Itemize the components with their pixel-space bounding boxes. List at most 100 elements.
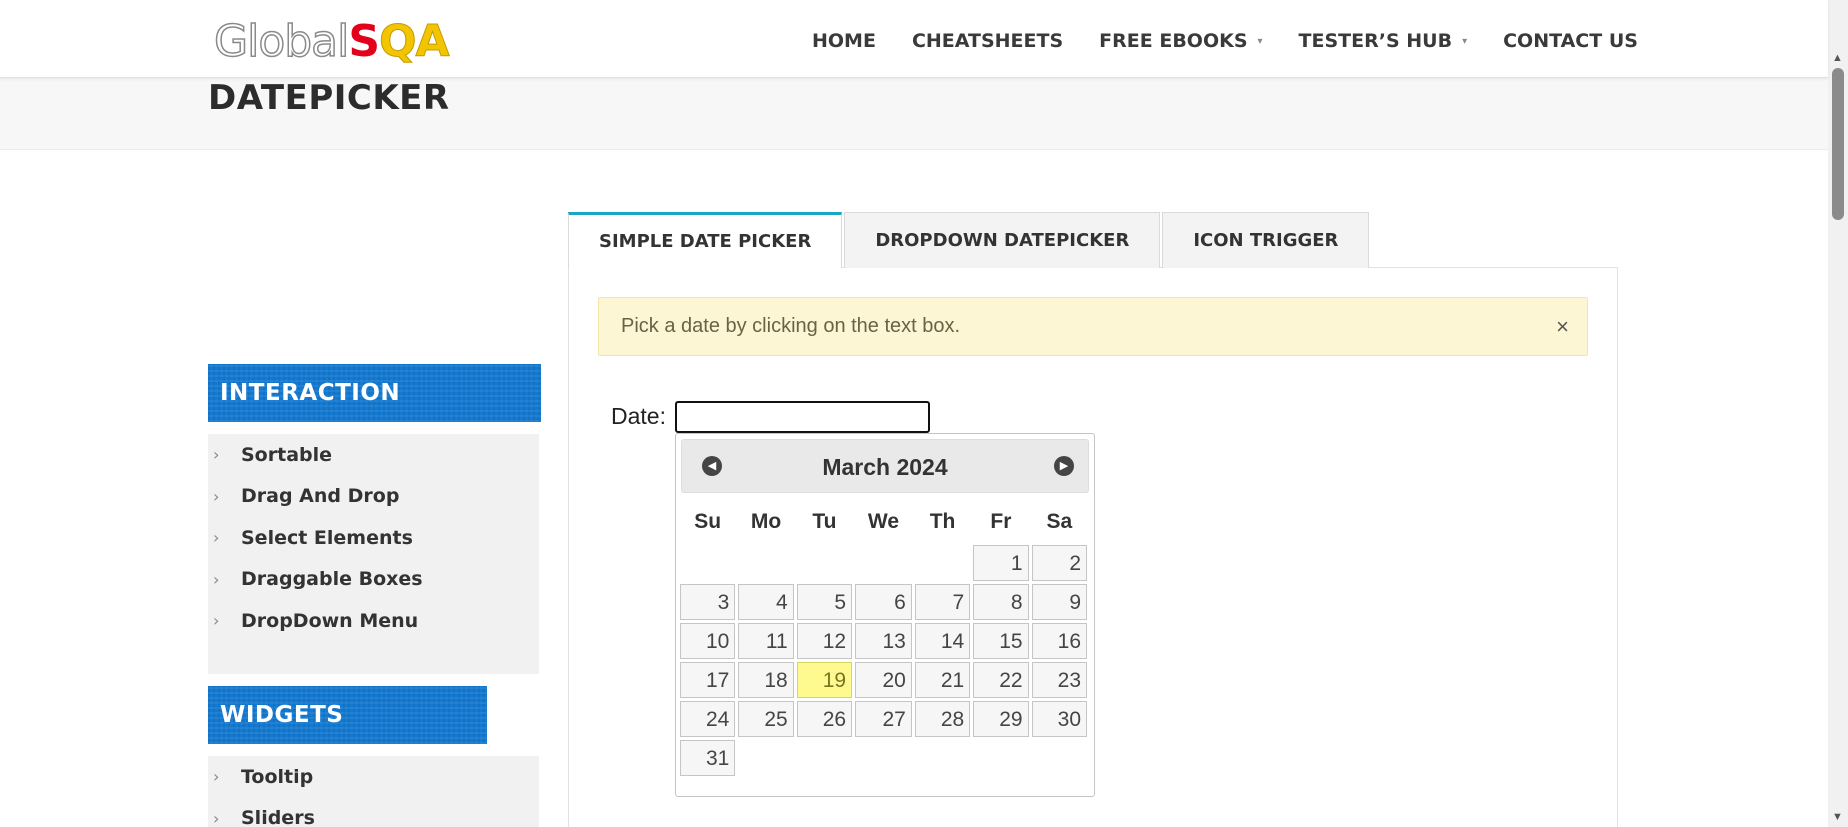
chevron-right-icon: › <box>213 528 220 548</box>
calendar-cell: 17 <box>680 662 736 698</box>
calendar-day[interactable]: 18 <box>738 662 794 698</box>
calendar-day[interactable]: 26 <box>796 701 853 737</box>
calendar-cell: 15 <box>973 623 1029 659</box>
calendar-cell: 19 <box>796 662 853 698</box>
calendar-cell <box>797 545 852 581</box>
alert-text: Pick a date by clicking on the text box. <box>621 315 961 337</box>
sidebar-item-select-elements[interactable]: › Select Elements <box>208 517 539 559</box>
calendar-day[interactable]: 30 <box>1031 701 1087 737</box>
calendar-day[interactable]: 8 <box>973 584 1029 620</box>
nav-home[interactable]: HOME <box>812 30 876 52</box>
calendar-day-today[interactable]: 19 <box>796 662 853 698</box>
sidebar-item-sliders[interactable]: › Sliders <box>208 798 539 827</box>
calendar-cell: 7 <box>914 584 971 620</box>
calendar-cell: 30 <box>1031 701 1087 737</box>
weekday-header: Th <box>929 510 956 533</box>
calendar-cell <box>915 740 970 776</box>
calendar-cell: 29 <box>973 701 1029 737</box>
calendar-day[interactable]: 2 <box>1031 545 1087 581</box>
logo-text-s: S <box>348 16 380 67</box>
calendar-cell: 3 <box>680 584 736 620</box>
calendar-day[interactable]: 6 <box>855 584 912 620</box>
tab-dropdown-datepicker[interactable]: DROPDOWN DATEPICKER <box>844 212 1161 268</box>
calendar-cell: 26 <box>796 701 853 737</box>
calendar-day[interactable]: 1 <box>973 545 1029 581</box>
scrollbar-thumb[interactable] <box>1832 68 1844 220</box>
sidebar-item-label: Sortable <box>241 443 333 466</box>
calendar-day[interactable]: 24 <box>680 701 736 737</box>
calendar-day[interactable]: 15 <box>973 623 1029 659</box>
calendar-day[interactable]: 28 <box>914 701 971 737</box>
calendar-cell <box>915 545 970 581</box>
calendar-day[interactable]: 21 <box>914 662 971 698</box>
calendar-day[interactable]: 5 <box>796 584 853 620</box>
calendar-day[interactable]: 23 <box>1031 662 1087 698</box>
page-scrollbar[interactable]: ▲ ▼ <box>1828 0 1848 827</box>
tab-icon-trigger[interactable]: ICON TRIGGER <box>1162 212 1370 268</box>
calendar-cell <box>738 740 793 776</box>
datepicker-calendar: ◀ March 2024 ▶ Su Mo Tu We Th Fr Sa 1234… <box>675 433 1095 797</box>
calendar-cell: 11 <box>738 623 794 659</box>
nav-cheatsheets[interactable]: CHEATSHEETS <box>912 30 1063 52</box>
calendar-week-row: 31 <box>680 740 1087 776</box>
page: GlobalSQA HOME CHEATSHEETS FREE EBOOKS ▾ … <box>0 0 1848 827</box>
datepicker-month-year: March 2024 <box>822 454 948 480</box>
chevron-right-icon: › <box>213 808 220 827</box>
calendar-cell: 12 <box>796 623 853 659</box>
calendar-cell <box>973 740 1028 776</box>
calendar-day[interactable]: 3 <box>680 584 736 620</box>
sidebar-item-draggable-boxes[interactable]: › Draggable Boxes <box>208 559 539 601</box>
calendar-day[interactable]: 31 <box>680 740 736 776</box>
nav-home-label: HOME <box>812 30 876 52</box>
sidebar-item-tooltip[interactable]: › Tooltip <box>208 756 539 798</box>
calendar-cell: 20 <box>855 662 912 698</box>
calendar-day[interactable]: 29 <box>973 701 1029 737</box>
date-label: Date: <box>611 403 666 429</box>
scroll-up-icon[interactable]: ▲ <box>1832 52 1843 64</box>
calendar-cell: 14 <box>914 623 971 659</box>
calendar-day[interactable]: 22 <box>973 662 1029 698</box>
calendar-cell: 4 <box>738 584 794 620</box>
calendar-cell <box>1032 740 1087 776</box>
nav-contact-us[interactable]: CONTACT US <box>1503 30 1638 52</box>
weekday-header: Sa <box>1046 510 1073 533</box>
calendar-cell <box>855 740 912 776</box>
calendar-day[interactable]: 17 <box>680 662 736 698</box>
nav-testers-hub[interactable]: TESTER’S HUB ▾ <box>1299 30 1468 52</box>
sidebar-item-label: Drag And Drop <box>241 485 400 508</box>
calendar-day[interactable]: 12 <box>796 623 853 659</box>
calendar-day[interactable]: 9 <box>1031 584 1087 620</box>
sidebar-list-widgets: › Tooltip › Sliders <box>208 756 539 827</box>
calendar-day[interactable]: 11 <box>738 623 794 659</box>
calendar-day[interactable]: 13 <box>855 623 912 659</box>
calendar-cell: 21 <box>914 662 971 698</box>
site-logo[interactable]: GlobalSQA <box>213 14 450 70</box>
calendar-day[interactable]: 4 <box>738 584 794 620</box>
calendar-day[interactable]: 20 <box>855 662 912 698</box>
sidebar-item-drag-and-drop[interactable]: › Drag And Drop <box>208 476 539 518</box>
close-icon[interactable]: × <box>1556 298 1569 355</box>
sidebar-item-dropdown-menu[interactable]: › DropDown Menu <box>208 600 539 642</box>
tab-simple-date-picker[interactable]: SIMPLE DATE PICKER <box>568 212 843 268</box>
sidebar-heading-widgets: WIDGETS <box>208 686 487 744</box>
calendar-cell: 1 <box>973 545 1029 581</box>
calendar-cell: 2 <box>1031 545 1087 581</box>
sidebar-item-label: DropDown Menu <box>241 609 419 632</box>
calendar-day[interactable]: 16 <box>1031 623 1087 659</box>
next-month-icon[interactable]: ▶ <box>1054 456 1074 476</box>
datepicker-header: ◀ March 2024 ▶ <box>681 439 1089 493</box>
calendar-day[interactable]: 27 <box>855 701 912 737</box>
calendar-day[interactable]: 7 <box>914 584 971 620</box>
prev-month-icon[interactable]: ◀ <box>702 456 722 476</box>
nav-free-ebooks[interactable]: FREE EBOOKS ▾ <box>1099 30 1262 52</box>
sidebar-list-interaction: › Sortable › Drag And Drop › Select Element… <box>208 434 539 674</box>
date-input[interactable] <box>675 401 930 433</box>
sidebar-item-sortable[interactable]: › Sortable <box>208 434 539 476</box>
datepicker-grid: Su Mo Tu We Th Fr Sa 1 2 3 4 5 6 7 8 9 10 11 12 13 14… <box>677 499 1090 779</box>
calendar-day[interactable]: 25 <box>738 701 794 737</box>
weekday-header: Tu <box>812 510 837 533</box>
calendar-cell <box>855 545 912 581</box>
calendar-day[interactable]: 14 <box>914 623 971 659</box>
scroll-down-icon[interactable]: ▼ <box>1832 811 1843 823</box>
calendar-day[interactable]: 10 <box>680 623 736 659</box>
